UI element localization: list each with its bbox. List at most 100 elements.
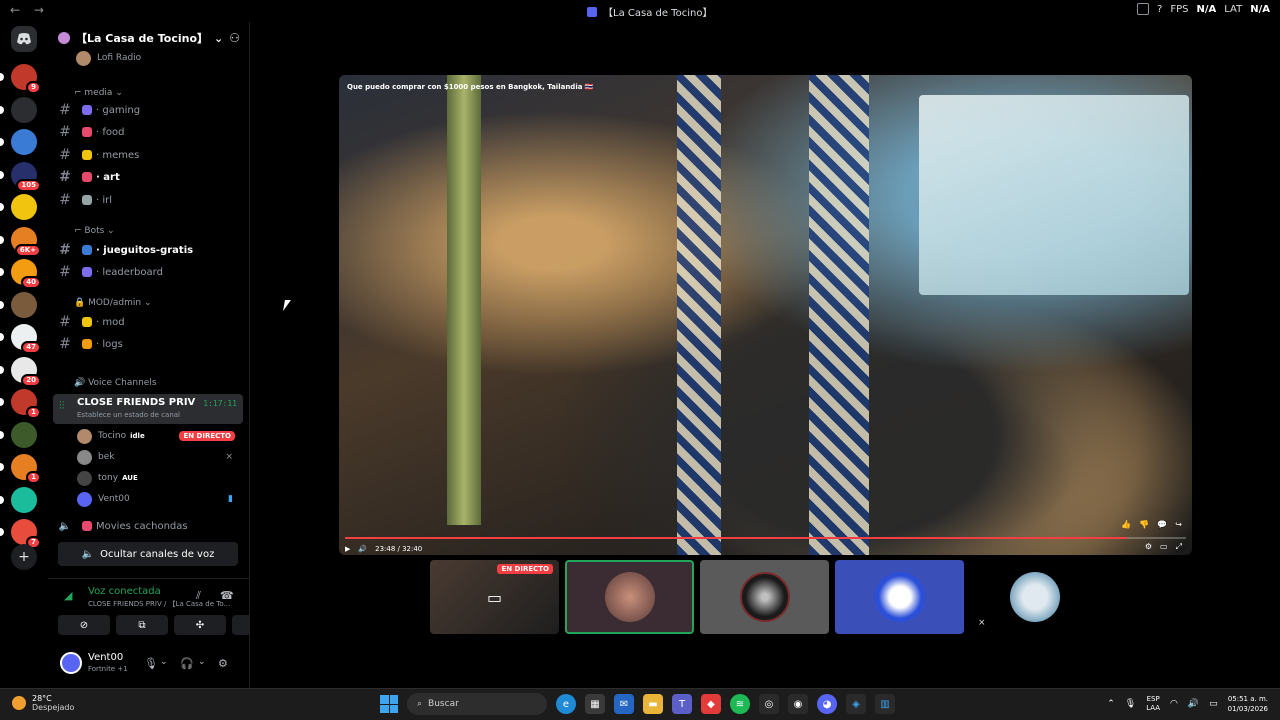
voice-channel-status[interactable]: Establece un estado de canal [77,411,180,419]
screen-share-button[interactable]: ⧉ [116,615,168,635]
window-title-text: 【La Casa de Tocino】 [603,8,713,19]
store-icon[interactable]: ▦ [585,694,605,714]
comment-icon[interactable]: 💬 [1157,520,1167,529]
voice-user[interactable]: bek ⨯ [77,447,239,467]
server-icon[interactable] [0,291,37,318]
user-avatar[interactable] [60,652,82,674]
server-icon[interactable] [0,96,37,123]
voice-location[interactable]: CLOSE FRIENDS PRIV / 【La Casa de To... [88,599,230,609]
server-icon[interactable]: 40 [0,259,41,289]
server-icon[interactable] [0,129,37,155]
activities-button[interactable]: ✣ [174,615,226,635]
channel-mod[interactable]: # · mod [56,312,242,332]
camera-off-button[interactable]: ⊘ [58,615,110,635]
channel-leaderboard[interactable]: # · leaderboard [56,262,242,282]
tile-user-tocino[interactable] [565,560,694,634]
add-server-icon[interactable]: + [11,544,37,570]
category-media[interactable]: ⌐ media ⌄ [74,88,123,98]
settings-gear-icon[interactable]: ⚙ [218,657,228,670]
server-icon[interactable] [0,486,37,513]
settings-icon[interactable]: ⚙ [1145,542,1152,552]
channel-logs[interactable]: # · logs [56,334,242,354]
channel-memes[interactable]: # · memes [56,145,242,165]
wifi-icon[interactable]: ◠ [1170,699,1178,709]
tile-user-bek[interactable]: ⨯ [970,560,1099,634]
video-progress-bar[interactable] [345,537,1186,539]
back-arrow-icon[interactable]: ← [10,3,20,17]
share-icon[interactable]: ↪ [1175,520,1182,529]
microphone-icon[interactable]: 🎙 [144,657,158,670]
volume-icon[interactable]: 🔊 [358,545,367,553]
unread-indicator [0,138,4,146]
discord-home-icon[interactable] [11,26,37,52]
battery-icon[interactable]: ▭ [1209,699,1218,709]
add-member-icon[interactable]: ⚇ [229,31,240,45]
tile-stream-tocino[interactable]: EN DIRECTO ▭ [430,560,559,634]
file-explorer-icon[interactable]: ▬ [643,694,663,714]
audio-app-icon[interactable]: ▥ [875,694,895,714]
server-icon[interactable]: 9 [0,64,41,94]
server-icon[interactable]: 20 [0,356,41,387]
server-icon[interactable]: 47 [0,324,41,354]
brave-icon[interactable]: ◆ [701,694,721,714]
help-icon[interactable]: ? [1157,4,1162,15]
channel-art[interactable]: # · art [56,167,242,187]
microphone-icon[interactable]: 🎙 [1125,699,1136,709]
inbox-icon[interactable] [1137,3,1150,15]
obs-icon[interactable]: ◉ [788,694,808,714]
activity-icon: ▮ [228,494,233,504]
like-icon[interactable]: 👍 [1121,520,1131,529]
clock[interactable]: 05:51 a. m. 01/03/2026 [1228,694,1268,714]
windows-start-icon[interactable] [380,695,398,713]
video-bamboo [447,75,481,525]
lofi-radio-item[interactable]: Lofi Radio [76,48,238,68]
forward-arrow-icon[interactable]: → [34,3,44,17]
disconnect-icon[interactable]: ☎ [220,589,234,602]
discord-icon[interactable]: ◕ [817,694,837,714]
server-icon[interactable] [0,421,37,448]
chrome-icon[interactable]: ◎ [759,694,779,714]
server-icon[interactable]: 1 [0,389,41,419]
chevron-down-icon[interactable]: ⌄ [198,657,206,667]
category-mod[interactable]: 🔒 MOD/admin ⌄ [74,298,152,308]
server-icon[interactable]: 7 [0,519,41,549]
subtitles-icon[interactable]: ▭ [1160,542,1168,552]
chevron-up-icon[interactable]: ⌃ [1107,699,1115,709]
stream-video[interactable]: Que puedo comprar con $1000 pesos en Ban… [339,75,1192,555]
spotify-icon[interactable]: ≋ [730,694,750,714]
dislike-icon[interactable]: 👎 [1139,520,1149,529]
fullscreen-icon[interactable]: ⤢ [1176,542,1182,552]
channel-jueguitos-gratis[interactable]: # · jueguitos-gratis [56,240,242,260]
voice-channel-close-friends[interactable]: ⫶⫶ CLOSE FRIENDS PRIV Establece un estad… [53,394,243,424]
channel-irl[interactable]: # · irl [56,190,242,210]
headphones-icon[interactable]: 🎧 [180,657,194,670]
weather-widget[interactable]: 28°C Despejado [12,694,74,712]
outlook-icon[interactable]: ✉ [614,694,634,714]
noise-suppression-icon[interactable]: ⫽ [196,589,201,603]
server-icon[interactable]: 6K+ [0,226,41,257]
server-icon[interactable] [0,194,37,220]
voice-user[interactable]: Vent00 ▮ [77,489,239,509]
tile-user-vent00[interactable] [835,560,964,634]
signal-icon[interactable]: ◢ [64,589,72,602]
play-icon[interactable]: ▶ [345,545,350,553]
category-voice[interactable]: 🔊 Voice Channels [74,378,157,388]
edge-icon[interactable]: e [556,694,576,714]
voice-user[interactable]: Tocino idle EN DIRECTO [77,426,239,446]
tile-user-tony[interactable] [700,560,829,634]
category-bots[interactable]: ⌐ Bots ⌄ [74,226,115,236]
channel-gaming[interactable]: # · gaming [56,100,242,120]
teams-icon[interactable]: T [672,694,692,714]
server-icon[interactable]: 1 [0,454,41,484]
hide-voice-channels-button[interactable]: 🔈 Ocultar canales de voz [58,542,238,566]
vscode-icon[interactable]: ◈ [846,694,866,714]
voice-channel-movies[interactable]: 🔈 Movies cachondas [56,516,242,536]
channel-food[interactable]: # · food [56,122,242,142]
volume-icon[interactable]: 🔊 [1188,699,1199,709]
taskbar-search[interactable]: ⌕ Buscar [407,693,547,715]
server-icon[interactable]: 105 [0,161,41,192]
voice-user[interactable]: tony AUE [77,468,239,488]
language-indicator[interactable]: ESP LAA [1146,695,1160,713]
chevron-down-icon[interactable]: ⌄ [160,657,168,667]
user-status-badge: AUE [122,474,138,482]
